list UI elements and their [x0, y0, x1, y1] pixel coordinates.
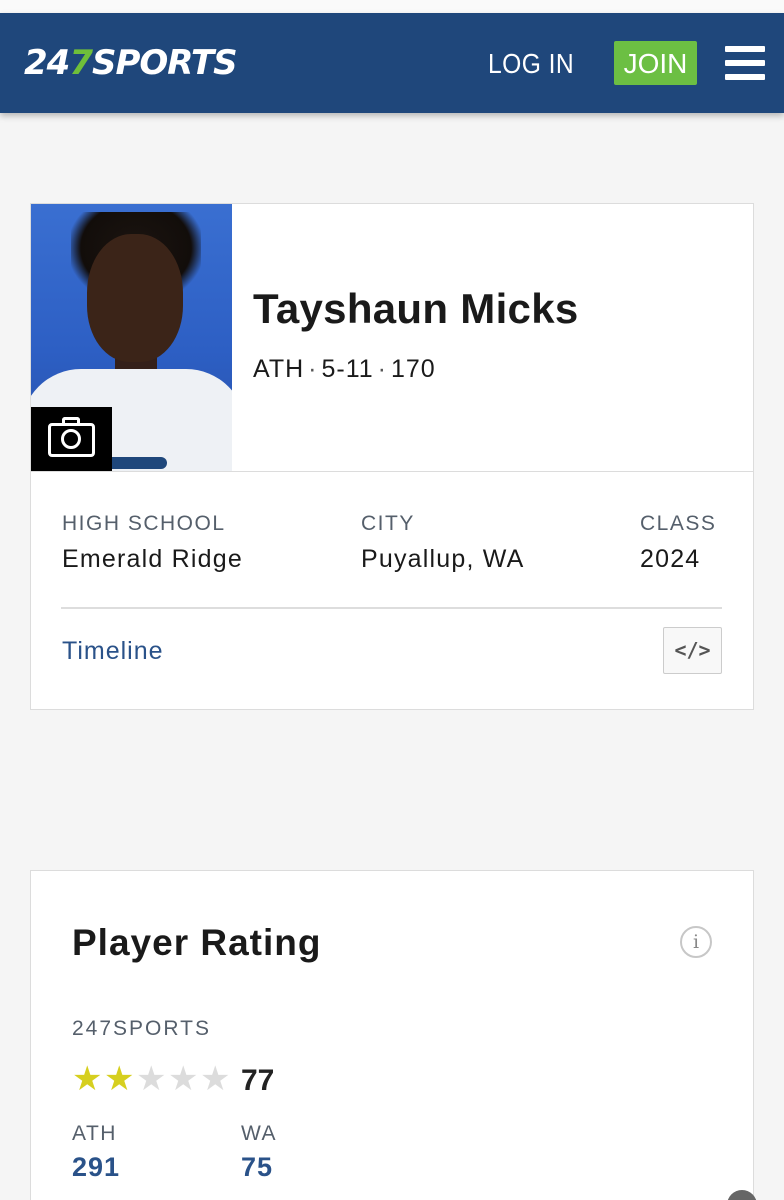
timeline-link[interactable]: Timeline	[62, 636, 164, 666]
class-value: 2024	[640, 545, 701, 573]
player-vitals: ATH · 5-11 · 170	[253, 354, 436, 384]
separator-dot: ·	[377, 355, 387, 383]
camera-lens	[61, 429, 81, 449]
player-photo[interactable]	[31, 204, 232, 471]
logo-prefix: 24	[24, 43, 70, 83]
class-label: CLASS	[640, 512, 717, 535]
embed-code-button[interactable]: </>	[663, 627, 722, 674]
hamburger-menu-icon[interactable]	[725, 46, 765, 80]
high-school-value: Emerald Ridge	[62, 545, 243, 573]
position-rank-value[interactable]: 291	[72, 1151, 120, 1183]
join-button[interactable]: JOIN	[614, 41, 697, 85]
state-rank-label: WA	[241, 1122, 278, 1145]
camera-icon[interactable]	[31, 407, 112, 471]
city-label: CITY	[361, 512, 415, 535]
position-rank-label: ATH	[72, 1122, 117, 1145]
menu-bar	[725, 46, 765, 52]
rating-source-label: 247SPORTS	[72, 1017, 212, 1040]
player-rating-title: Player Rating	[72, 922, 322, 963]
high-school-label: HIGH SCHOOL	[62, 512, 226, 535]
player-height: 5-11	[321, 355, 374, 383]
login-link[interactable]: LOG IN	[488, 44, 574, 84]
player-position: ATH	[253, 355, 305, 383]
separator-dot: ·	[308, 355, 318, 383]
photo-head	[87, 234, 183, 362]
top-strip	[0, 0, 784, 13]
star-icon: ★	[200, 1059, 231, 1099]
photo-shirt-logo	[105, 457, 167, 469]
city-value: Puyallup, WA	[361, 545, 525, 573]
site-logo[interactable]: 247SPORTS	[24, 41, 238, 85]
star-icon: ★	[168, 1059, 199, 1099]
menu-bar	[725, 74, 765, 80]
player-profile-card: Tayshaun Micks ATH · 5-11 · 170 HIGH SCHOOL …	[30, 203, 754, 710]
rating-score: 77	[241, 1064, 275, 1097]
info-icon[interactable]: i	[680, 926, 712, 958]
player-rating-card: Player Rating i 247SPORTS ★ ★ ★ ★ ★ 77 A…	[30, 870, 754, 1200]
divider	[61, 607, 722, 609]
menu-bar	[725, 60, 765, 66]
logo-suffix: SPORTS	[92, 43, 238, 83]
logo-seven: 7	[69, 43, 93, 83]
star-icon: ★	[72, 1059, 103, 1099]
site-header: 247SPORTS LOG IN JOIN	[0, 13, 784, 113]
player-name: Tayshaun Micks	[253, 285, 579, 332]
star-icon: ★	[136, 1059, 167, 1099]
star-icon: ★	[104, 1059, 135, 1099]
state-rank-value[interactable]: 75	[241, 1151, 273, 1183]
player-weight: 170	[391, 355, 436, 383]
divider	[31, 471, 753, 472]
